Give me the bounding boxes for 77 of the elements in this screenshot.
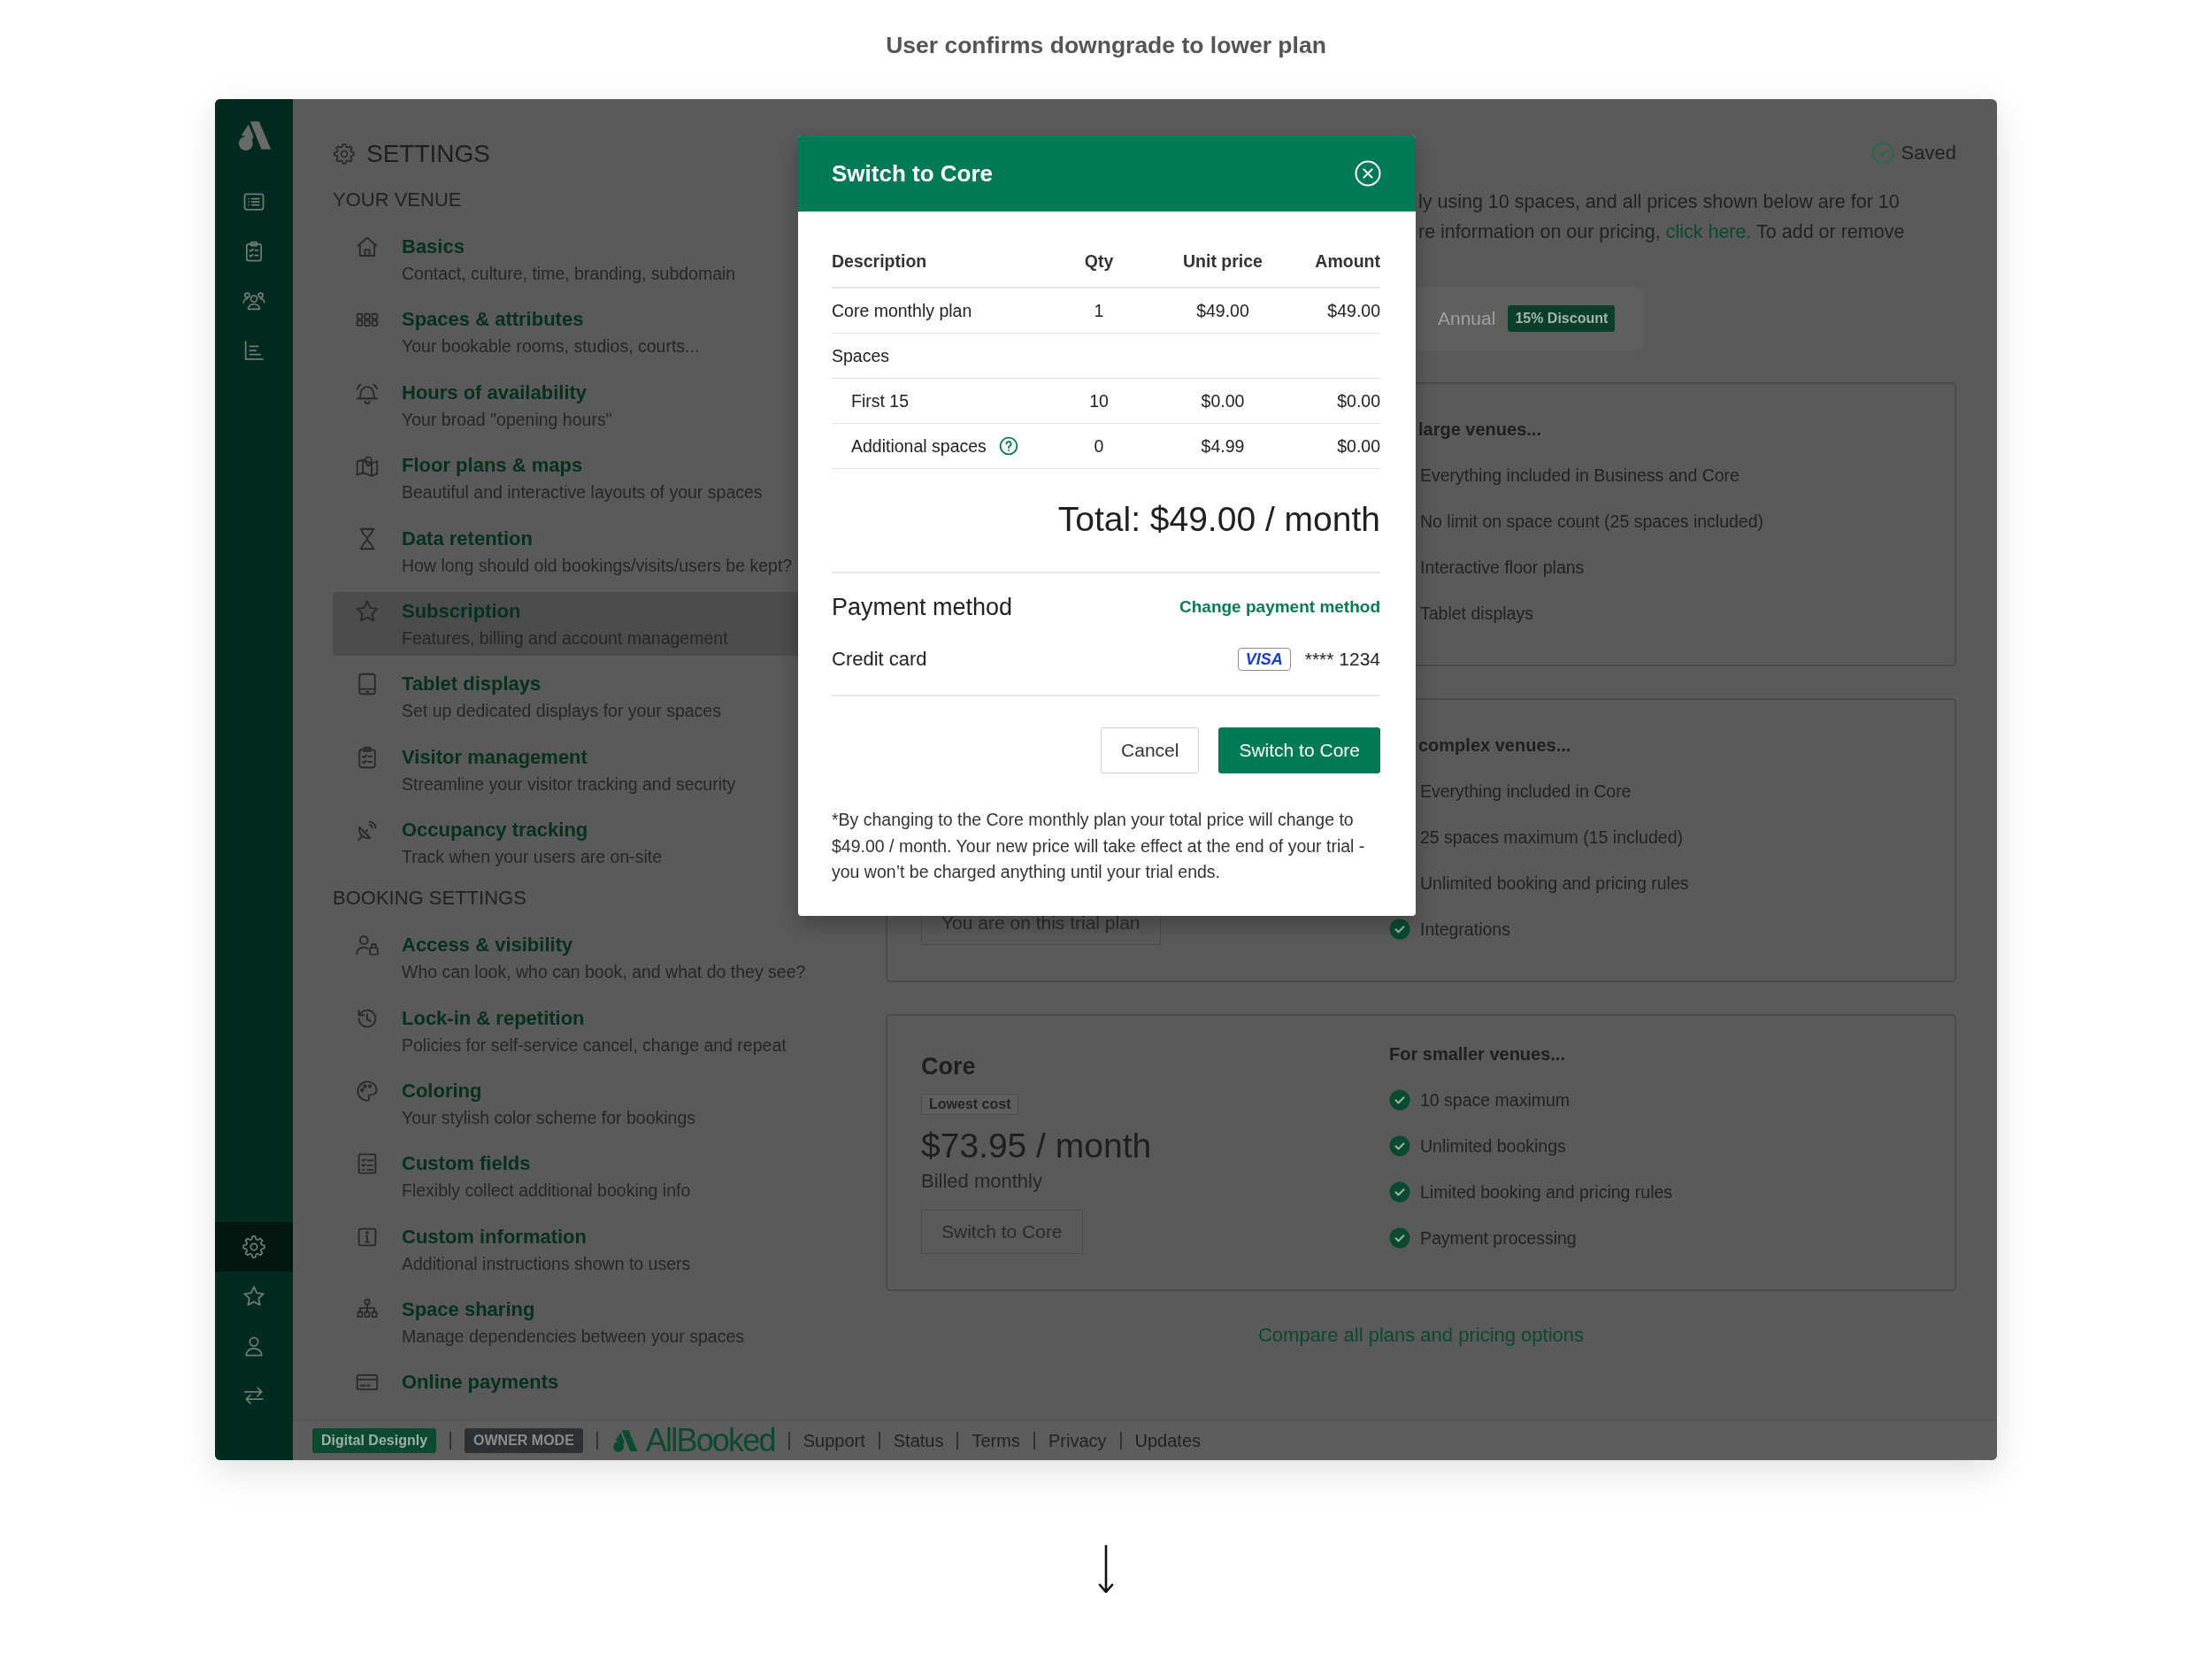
- check-circle-icon: [1870, 142, 1894, 165]
- cancel-button[interactable]: Cancel: [1101, 727, 1200, 773]
- table-cell: Core monthly plan: [832, 300, 972, 321]
- check-circle-icon: [1389, 1181, 1410, 1203]
- star-icon: [242, 1284, 266, 1309]
- brand-name: AllBooked: [645, 1424, 775, 1457]
- discount-badge: 15% Discount: [1508, 305, 1616, 332]
- footer-link[interactable]: Updates: [1134, 1430, 1201, 1451]
- feature-text: Limited booking and pricing rules: [1420, 1181, 1673, 1203]
- settings-item[interactable]: Online payments: [333, 1363, 802, 1403]
- payment-method-label: Credit card: [832, 647, 927, 672]
- feature-text: 25 spaces maximum (15 included): [1420, 827, 1683, 848]
- help-icon[interactable]: [998, 436, 1018, 456]
- check-circle-icon: [1389, 1227, 1410, 1249]
- features-heading: complex venues...: [1418, 734, 1571, 757]
- change-payment-link[interactable]: Change payment method: [1179, 592, 1380, 622]
- pricing-link[interactable]: click here.: [1665, 221, 1752, 242]
- feature-text: No limit on space count (25 spaces included): [1420, 511, 1764, 532]
- feature-text: 10 space maximum: [1420, 1089, 1571, 1111]
- footnote-text: *By changing to the Core monthly plan your total price will change to $49.00 / month. Your new price will take effect at the end of your trial - you won’t be charged anything until your trial ends.: [832, 809, 1366, 883]
- mode-badge: OWNER MODE: [465, 1428, 583, 1453]
- feature-text: Everything included in Core: [1420, 781, 1632, 802]
- section-heading: YOUR VENUE: [333, 188, 462, 212]
- feature-text: Everything included in Business and Core: [1420, 465, 1740, 486]
- features-heading: large venues...: [1418, 419, 1541, 441]
- modal-title: Switch to Core: [832, 159, 993, 188]
- workspace-badge: Digital Designly: [312, 1428, 437, 1453]
- sidebar-tab[interactable]: [215, 1222, 293, 1272]
- feature-text: Interactive floor plans: [1420, 557, 1585, 578]
- table-cell: $49.00: [1327, 300, 1380, 320]
- table-cell: 10: [1089, 390, 1109, 411]
- table-cell: Additional spaces: [851, 435, 987, 457]
- table-cell: $0.00: [1337, 390, 1380, 411]
- logo-icon: [611, 1427, 638, 1454]
- plan-tag: Lowest cost: [921, 1094, 1019, 1115]
- footer-link[interactable]: Status: [893, 1430, 944, 1451]
- feature-text: Unlimited bookings: [1420, 1135, 1566, 1157]
- table-cell: $49.00: [1196, 300, 1249, 320]
- check-circle-icon: [1389, 1135, 1410, 1157]
- table-cell: $0.00: [1337, 435, 1380, 456]
- settings-title: SETTINGS: [366, 139, 490, 169]
- total-amount: Total: $49.00 / month: [1057, 500, 1380, 538]
- save-status-text: Saved: [1901, 141, 1956, 165]
- close-icon[interactable]: [1355, 160, 1381, 187]
- feature-text: Integrations: [1420, 919, 1510, 940]
- card-brand-badge: VISA: [1237, 648, 1291, 671]
- plan-price: $73.95 / month: [921, 1127, 1152, 1165]
- table-cell: Spaces: [832, 345, 890, 366]
- table-cell: $0.00: [1201, 390, 1245, 411]
- table-cell: 0: [1094, 435, 1104, 456]
- table-cell: First 15: [851, 390, 909, 411]
- billing-option[interactable]: Annual 15% Discount: [1432, 300, 1621, 337]
- arrow-down-icon: [1097, 1545, 1115, 1593]
- section-heading: Payment method: [832, 593, 1013, 622]
- footer-link[interactable]: Terms: [972, 1430, 1020, 1451]
- column-header: Amount: [1315, 251, 1380, 271]
- column-header: Description: [832, 250, 927, 273]
- caption-text: User confirms downgrade to lower plan: [886, 32, 1326, 58]
- card-number: **** 1234: [1304, 648, 1380, 671]
- check-circle-icon: [1389, 1089, 1410, 1111]
- footer-link[interactable]: Support: [803, 1430, 865, 1451]
- feature-text: Unlimited booking and pricing rules: [1420, 873, 1689, 894]
- features-heading: For smaller venues...: [1389, 1043, 1565, 1065]
- settings-icon: [242, 1234, 266, 1259]
- table-cell: $4.99: [1201, 435, 1245, 456]
- compare-plans-link[interactable]: Compare all plans and pricing options: [1257, 1323, 1585, 1348]
- footer-link[interactable]: Privacy: [1048, 1430, 1107, 1451]
- check-circle-icon: [1389, 919, 1410, 940]
- column-header: Unit price: [1183, 251, 1263, 271]
- column-header: Qty: [1084, 251, 1114, 271]
- plan-name: Core: [921, 1052, 976, 1081]
- feature-text: Payment processing: [1420, 1227, 1577, 1249]
- table-cell: 1: [1094, 300, 1104, 320]
- feature-text: Tablet displays: [1420, 603, 1533, 624]
- confirm-button[interactable]: Switch to Core: [1218, 727, 1380, 773]
- section-heading: BOOKING SETTINGS: [333, 886, 526, 911]
- settings-icon: [333, 142, 356, 165]
